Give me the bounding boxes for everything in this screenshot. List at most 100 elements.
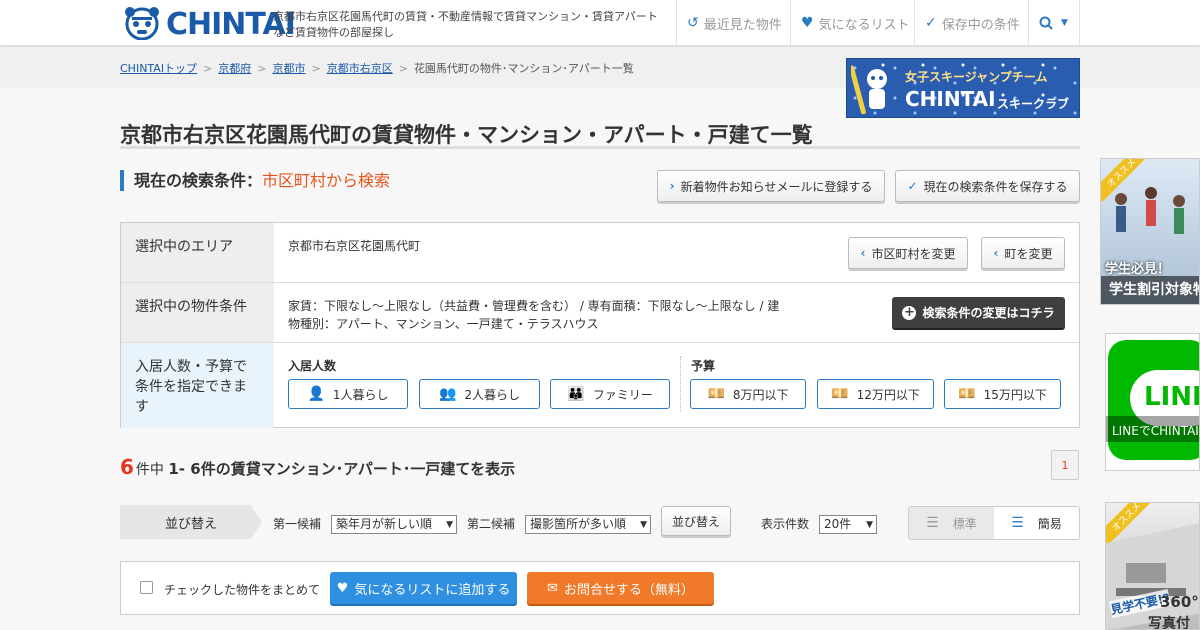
nav-label: 最近見た物件 xyxy=(703,17,782,33)
change-city-button[interactable]: ‹ 市区町村を変更 xyxy=(848,237,968,269)
sort-first-select[interactable]: 築年月が新しい順 xyxy=(331,515,457,534)
results-range: 1- 6件の賃貸マンション･アパート･一戸建てを表示 xyxy=(168,460,516,478)
pill-label: 8万円以下 xyxy=(732,387,789,402)
budget-120k-button[interactable]: 💴 12万円以下 xyxy=(817,379,934,409)
mascot-skier-icon xyxy=(851,65,887,115)
favorite-button-label: 気になるリストに追加する xyxy=(354,582,511,598)
pill-label: 2人暮らし xyxy=(464,387,521,402)
save-condition-button[interactable]: ✓ 現在の検索条件を保存する xyxy=(895,170,1080,202)
occupant-single-button[interactable]: 👤 1人暮らし xyxy=(288,379,408,409)
breadcrumb-ukyo-ward[interactable]: 京都市右京区 xyxy=(327,62,393,75)
budget-divider xyxy=(680,356,681,412)
chevron-left-icon: ‹ xyxy=(993,246,999,260)
change-town-label: 町を変更 xyxy=(1004,246,1053,261)
pill-label: 12万円以下 xyxy=(856,387,920,402)
sort-second-select[interactable]: 撮影箇所が多い順 xyxy=(525,515,651,534)
change-town-button[interactable]: ‹ 町を変更 xyxy=(981,237,1065,269)
search-toggle[interactable]: ▼ xyxy=(1028,0,1080,46)
budget-80k-button[interactable]: 💴 8万円以下 xyxy=(690,379,806,409)
check-icon: ✓ xyxy=(925,15,937,31)
pill-label: 1人暮らし xyxy=(332,387,389,402)
chintai-logo[interactable]: CHINTAI xyxy=(120,6,296,42)
nav-label: 保存中の条件 xyxy=(941,17,1020,33)
chevron-right-icon: › xyxy=(669,179,675,193)
view-toggle: ☰ 標準 ☰ 簡易 xyxy=(908,506,1080,540)
list-icon: ☰ xyxy=(926,515,939,531)
change-city-label: 市区町村を変更 xyxy=(871,246,956,261)
pagination-page-1[interactable]: 1 xyxy=(1051,450,1079,480)
person-icon: 👤 xyxy=(307,386,325,402)
per-page-label: 表示件数 xyxy=(761,517,810,531)
sort-first-label: 第一候補 xyxy=(273,517,322,531)
view-simple-button[interactable]: ☰ 簡易 xyxy=(994,507,1079,539)
per-page-select[interactable]: 20件 xyxy=(819,515,877,534)
chevron-left-icon: ‹ xyxy=(860,246,866,260)
heart-icon: ♥ xyxy=(801,15,814,31)
occupant-family-button[interactable]: 👪 ファミリー xyxy=(550,379,670,409)
line-ad-text: LINEでCHINTAI xyxy=(1112,424,1199,438)
banner-line1: 女子スキージャンプチーム xyxy=(905,70,1048,84)
jumping-students-image xyxy=(1115,187,1185,234)
ad3-line3: 写真付き xyxy=(1148,616,1190,630)
student-discount-ad[interactable]: オススメ 学生必見！ 学生割引対象物件 xyxy=(1100,158,1200,305)
banner-line3: スキークラブ xyxy=(997,97,1070,111)
plus-icon: + xyxy=(902,304,917,320)
site-header: CHINTAI 京都市右京区花園馬代町の賃貸・不動産情報で賃貸マンション・賃貸ア… xyxy=(0,0,1200,46)
budget-150k-button[interactable]: 💴 15万円以下 xyxy=(944,379,1061,409)
header-tagline: 京都市右京区花園馬代町の賃貸・不動産情報で賃貸マンション・賃貸アパートなど賃貸物… xyxy=(273,10,658,39)
add-to-favorites-button[interactable]: ♥ 気になるリストに追加する xyxy=(330,572,517,604)
view-simple-label: 簡易 xyxy=(1037,516,1062,531)
change-conditions-button[interactable]: + 検索条件の変更はコチラ xyxy=(892,297,1065,328)
bulk-check-label: チェックした物件をまとめて xyxy=(164,583,321,597)
chevron-down-icon: ▼ xyxy=(1061,18,1068,28)
results-total: 6 xyxy=(120,455,134,479)
nav-favorites[interactable]: ♥ 気になるリスト xyxy=(790,0,914,46)
results-prefix: 件中 xyxy=(135,462,164,478)
banner-line2: CHINTAI xyxy=(905,87,996,111)
ad1-line1: 学生必見！ xyxy=(1105,262,1171,277)
view-standard-button[interactable]: ☰ 標準 xyxy=(909,507,994,539)
mail-icon: ✉ xyxy=(547,580,558,596)
view-standard-label: 標準 xyxy=(952,516,977,531)
area-heading: 選択中のエリア xyxy=(121,223,274,282)
new-listing-mail-button[interactable]: › 新着物件お知らせメールに登録する xyxy=(657,170,885,202)
check-icon: ✓ xyxy=(907,179,918,193)
budget-heading: 入居人数・予算で条件を指定できます xyxy=(121,343,274,428)
inquiry-button-label: お問合せする（無料） xyxy=(563,582,694,598)
sort-label: 並び替え xyxy=(120,505,262,539)
select-all-checkbox[interactable] xyxy=(140,581,153,594)
save-button-label: 現在の検索条件を保存する xyxy=(923,179,1068,194)
money-icon: 💴 xyxy=(707,386,725,402)
nav-label: 気になるリスト xyxy=(818,17,910,33)
occupant-couple-button[interactable]: 👥 2人暮らし xyxy=(419,379,540,409)
breadcrumb-kyoto-city[interactable]: 京都市 xyxy=(273,62,306,75)
money-icon: 💴 xyxy=(831,386,849,402)
search-icon xyxy=(1039,16,1053,30)
page-title: 京都市右京区花園馬代町の賃貸物件・マンション・アパート・戸建て一覧 xyxy=(120,123,813,147)
current-search-condition: 現在の検索条件：市区町村から検索 xyxy=(120,170,390,191)
pill-label: ファミリー xyxy=(592,387,653,402)
breadcrumb-top[interactable]: CHINTAIトップ xyxy=(120,62,197,75)
line-logo-text: LINE xyxy=(1144,382,1199,412)
breadcrumb-current: 花園馬代町の物件･マンション･アパート一覧 xyxy=(413,62,634,75)
money-icon: 💴 xyxy=(958,386,976,402)
nav-saved-conditions[interactable]: ✓ 保存中の条件 xyxy=(914,0,1028,46)
inquiry-button[interactable]: ✉ お問合せする（無料） xyxy=(527,572,714,604)
family-icon: 👪 xyxy=(567,386,585,402)
title-divider xyxy=(120,146,1080,149)
heart-icon: ♥ xyxy=(336,580,349,596)
occupants-label: 入居人数 xyxy=(288,359,337,373)
line-ad[interactable]: LINE LINEでCHINTAI xyxy=(1105,333,1200,471)
condition-label: 現在の検索条件： xyxy=(134,171,263,190)
two-people-icon: 👥 xyxy=(438,386,457,402)
nav-recently-viewed[interactable]: ↺ 最近見た物件 xyxy=(676,0,790,46)
history-icon: ↺ xyxy=(687,15,699,31)
change-conditions-label: 検索条件の変更はコチラ xyxy=(922,306,1055,320)
pill-label: 15万円以下 xyxy=(983,387,1047,402)
sort-apply-button[interactable]: 並び替え xyxy=(661,506,731,536)
breadcrumb-kyoto-pref[interactable]: 京都府 xyxy=(218,62,251,75)
results-count: 6 件中 1- 6件の賃貸マンション･アパート･一戸建てを表示 xyxy=(120,455,515,479)
360-photo-ad[interactable]: オススメ 見学不要!? 360° 写真付き xyxy=(1105,502,1200,630)
ad1-line2: 学生割引対象物件 xyxy=(1109,282,1199,298)
ski-club-banner[interactable]: 女子スキージャンプチーム CHINTAI スキークラブ xyxy=(846,58,1080,118)
